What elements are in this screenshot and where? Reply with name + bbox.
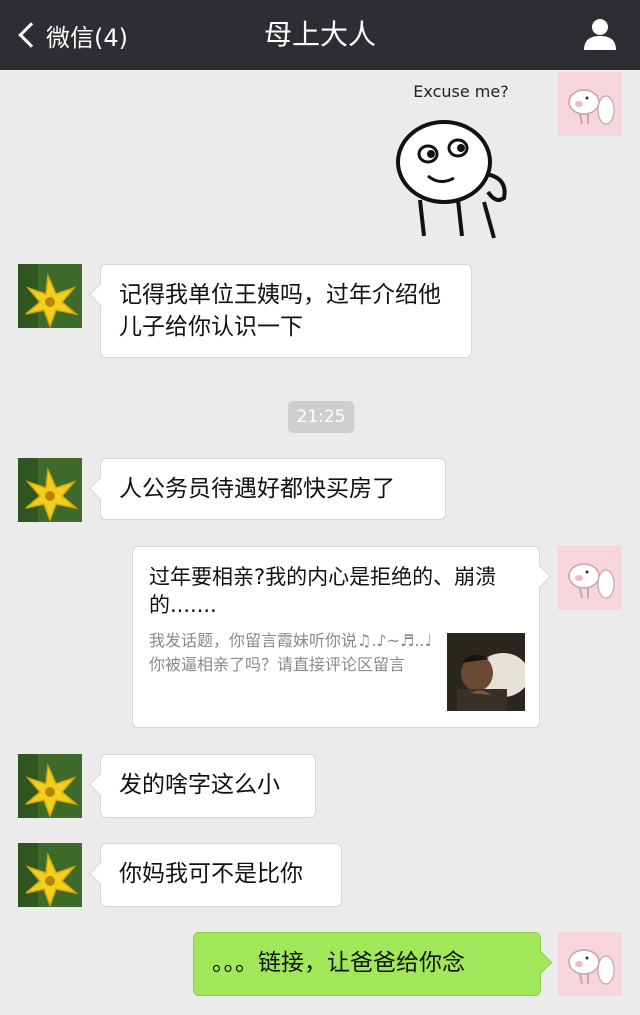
message-bubble-sent[interactable]: 。。。链接，让爸爸给你念 <box>193 932 541 996</box>
pig-cartoon-icon <box>558 932 622 996</box>
link-card-message[interactable]: 过年要相亲?我的内心是拒绝的、崩溃的....... 我发话题，你留言霞妹听你说♫… <box>132 546 540 728</box>
yellow-flower-icon <box>18 264 82 328</box>
person-icon <box>584 19 616 50</box>
chevron-left-icon <box>18 22 44 48</box>
mom-avatar[interactable] <box>18 843 82 907</box>
meme-face-sticker <box>396 120 507 239</box>
back-label: 微信(4) <box>46 23 128 52</box>
sticker-message[interactable]: Excuse me? <box>376 80 546 250</box>
sleeping-person-image <box>447 633 525 711</box>
yellow-flower-icon <box>18 843 82 907</box>
link-card-thumbnail <box>447 633 525 711</box>
my-avatar[interactable] <box>558 932 622 996</box>
chat-header: 微信(4) 母上大人 <box>0 0 640 70</box>
pig-cartoon-icon <box>558 72 622 136</box>
yellow-flower-icon <box>18 458 82 522</box>
my-avatar[interactable] <box>558 72 622 136</box>
yellow-flower-icon <box>18 754 82 818</box>
mom-avatar[interactable] <box>18 458 82 522</box>
mom-avatar[interactable] <box>18 264 82 328</box>
link-card-description: 我发话题，你留言霞妹听你说♫.♪~♬..♩你被逼相亲了吗？请直接评论区留言 <box>149 631 433 674</box>
back-button[interactable]: 微信(4) <box>14 14 128 56</box>
link-card-title: 过年要相亲?我的内心是拒绝的、崩溃的....... <box>149 565 497 617</box>
mom-avatar[interactable] <box>18 754 82 818</box>
my-avatar[interactable] <box>558 546 622 610</box>
message-bubble[interactable]: 记得我单位王姨吗，过年介绍他儿子给你认识一下 <box>100 264 472 358</box>
contact-profile-button[interactable] <box>582 16 618 52</box>
timestamp: 21:25 <box>288 401 354 433</box>
pig-cartoon-icon <box>558 546 622 610</box>
message-bubble[interactable]: 你妈我可不是比你 <box>100 843 342 907</box>
message-bubble[interactable]: 发的啥字这么小 <box>100 754 316 818</box>
message-bubble[interactable]: 人公务员待遇好都快买房了 <box>100 458 446 520</box>
